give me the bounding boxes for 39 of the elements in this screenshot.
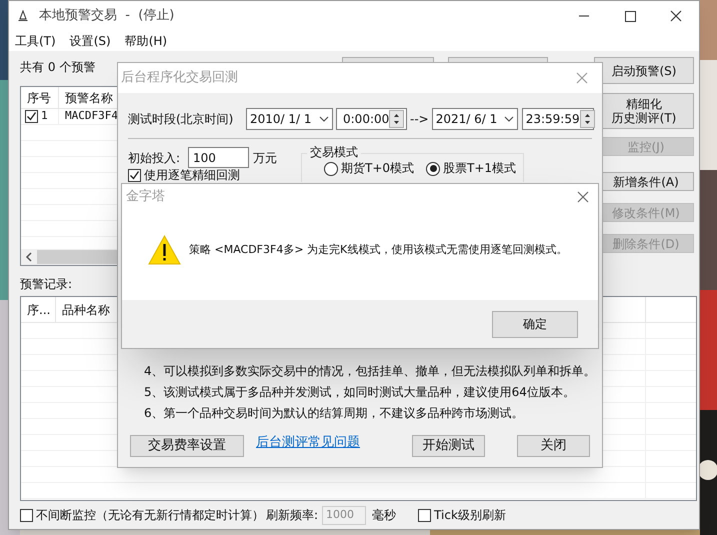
fee-settings-button[interactable]: 交易费率设置 <box>130 435 244 457</box>
section-label: 预警记录: <box>20 276 74 292</box>
refresh-label: 刷新频率: <box>266 507 318 524</box>
dialog-title: 金字塔 <box>126 188 165 206</box>
message-text: 策略 <MACDF3F4多> 为走完K线模式，使用该模式无需使用逐笔回测模式。 <box>189 242 568 258</box>
radio-label: 期货T+0模式 <box>341 161 414 176</box>
capital-label: 初始投入: <box>128 150 182 166</box>
checkbox-label: Tick级别刷新 <box>434 507 506 524</box>
note-text: 6、第一个品种交易时间为默认的结算周期，不建议多品种跨市场测试。 <box>144 405 525 422</box>
table-cell-text: MACDF3F4 <box>64 108 118 124</box>
arrow-label: --> <box>410 111 429 128</box>
checkbox-label: 不间断监控（无论有无新行情都定时计算） <box>36 507 264 524</box>
period-label: 测试时段(北京时间) <box>128 111 234 128</box>
table-cell-text: 1 <box>41 108 48 124</box>
column-header[interactable]: 序号 <box>21 87 59 108</box>
capital-field[interactable]: 100 <box>188 147 249 168</box>
end-time-field[interactable]: 23:59:59 <box>522 108 594 130</box>
checkbox-label: 使用逐笔精细回测 <box>144 168 240 182</box>
start-test-button[interactable]: 开始测试 <box>412 435 485 457</box>
unit-label: 万元 <box>253 150 277 166</box>
group-title: 交易模式 <box>307 144 361 160</box>
start-date-picker[interactable]: 2010/ 1/ 1 <box>246 108 333 130</box>
unit-label: 毫秒 <box>372 507 396 524</box>
menu-item[interactable]: 工具(T) <box>15 32 56 50</box>
menu-item[interactable]: 设置(S) <box>70 32 111 50</box>
note-text: 5、该测试模式属于多品种并发测试，如同时测试大量品种，建议使用64位版本。 <box>144 384 576 401</box>
close-button[interactable]: 关闭 <box>517 435 590 457</box>
faq-link[interactable]: 后台测评常见问题 <box>256 433 360 453</box>
radio-label: 股票T+1模式 <box>443 161 516 176</box>
menu-item[interactable]: 帮助(H) <box>124 32 168 50</box>
window-title: 本地预警交易 - (停止) <box>39 7 174 26</box>
alert-count: 共有 0 个预警 <box>20 59 96 76</box>
end-date-picker[interactable]: 2021/ 6/ 1 <box>432 108 518 130</box>
start-time-field[interactable]: 0:00:00 <box>336 108 407 130</box>
ok-button[interactable]: 确定 <box>492 310 578 338</box>
button[interactable]: 启动预警(S) <box>594 57 694 84</box>
note-text: 4、可以模拟到多数实际交易中的情况，包括挂单、撤单，但无法模拟队列单和拆单。 <box>144 363 597 380</box>
column-header[interactable]: 序... <box>21 297 56 322</box>
dialog-title: 后台程序化交易回测 <box>121 69 238 88</box>
